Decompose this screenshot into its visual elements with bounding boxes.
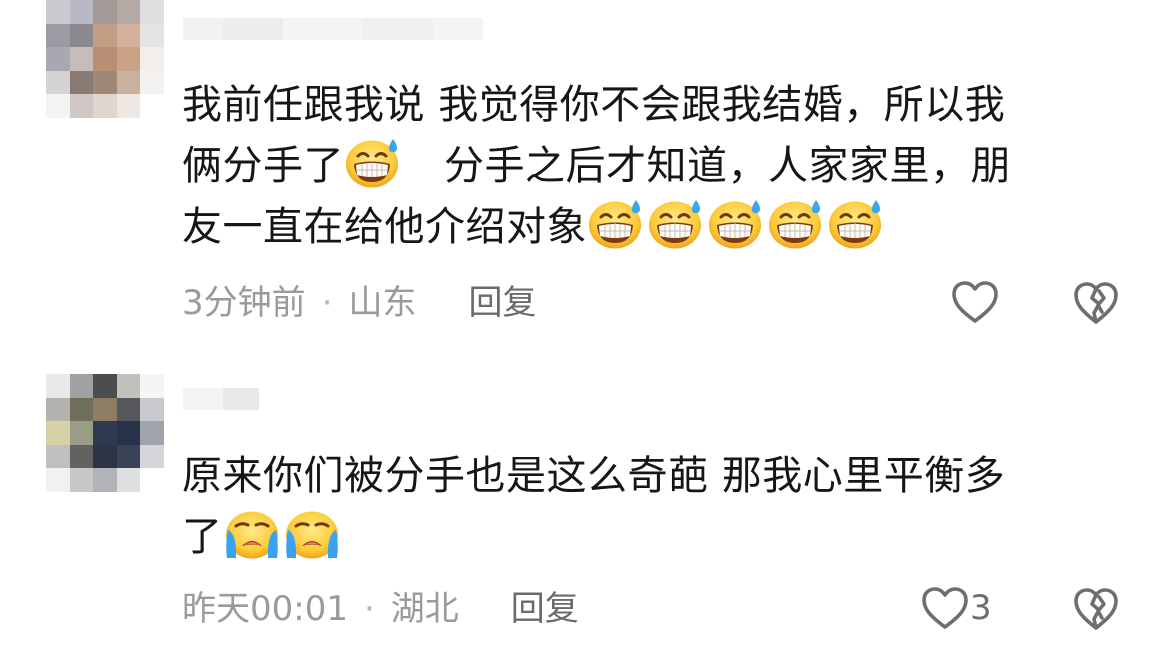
grinning-sweat-emoji bbox=[707, 198, 765, 250]
dislike-button[interactable] bbox=[1072, 586, 1120, 632]
avatar[interactable] bbox=[46, 0, 164, 118]
comment-text-line: 友一直在给他介绍对象 bbox=[182, 197, 1122, 258]
comment-location: 湖北 bbox=[390, 589, 459, 629]
avatar[interactable] bbox=[46, 374, 164, 492]
reply-button[interactable]: 回复 bbox=[511, 589, 579, 629]
comment-meta: 3分钟前 · 山东 回复 bbox=[182, 283, 536, 323]
dislike-button[interactable] bbox=[1072, 280, 1120, 326]
like-button[interactable]: 3 bbox=[920, 585, 992, 631]
grinning-sweat-emoji bbox=[767, 198, 825, 250]
comment-meta: 昨天00:01 · 湖北 回复 bbox=[182, 589, 579, 629]
grinning-sweat-emoji bbox=[344, 137, 402, 189]
broken-heart-icon bbox=[1072, 586, 1120, 632]
separator-dot: · bbox=[363, 589, 375, 629]
comment-item: 原来你们被分手也是这么奇葩 那我心里平衡多 了 昨天00:01 · 湖北 回复 … bbox=[0, 350, 1176, 653]
comment-location: 山东 bbox=[348, 283, 417, 323]
grinning-sweat-emoji bbox=[827, 198, 885, 250]
like-button[interactable] bbox=[950, 279, 1000, 325]
broken-heart-icon bbox=[1072, 280, 1120, 326]
comment-text-segment: 俩分手了 bbox=[182, 143, 344, 189]
comment-time: 3分钟前 bbox=[182, 283, 306, 323]
like-count: 3 bbox=[970, 588, 992, 628]
loudly-crying-emoji bbox=[223, 508, 281, 560]
comment-text-segment: 友一直在给他介绍对象 bbox=[182, 204, 587, 250]
comment-item: 我前任跟我说 我觉得你不会跟我结婚，所以我 俩分手了 分手之后才知道，人家家里，朋… bbox=[0, 0, 1176, 350]
grinning-sweat-emoji bbox=[647, 198, 705, 250]
comment-text: 我前任跟我说 我觉得你不会跟我结婚，所以我 俩分手了 分手之后才知道，人家家里，朋… bbox=[182, 75, 1122, 258]
comment-text-line: 原来你们被分手也是这么奇葩 那我心里平衡多 bbox=[182, 453, 1006, 499]
comment-time: 昨天00:01 bbox=[182, 589, 348, 629]
username-blurred[interactable] bbox=[183, 18, 483, 40]
comment-text-line: 我前任跟我说 我觉得你不会跟我结婚，所以我 bbox=[182, 82, 1006, 128]
loudly-crying-emoji bbox=[283, 508, 341, 560]
comment-text-line: 俩分手了 分手之后才知道，人家家里，朋 bbox=[182, 136, 1122, 197]
comment-text-segment: 了 bbox=[182, 514, 223, 560]
reply-button[interactable]: 回复 bbox=[468, 283, 536, 323]
heart-outline-icon bbox=[920, 585, 970, 631]
comment-text-line: 了 bbox=[182, 507, 1122, 568]
comment-text-segment: 分手之后才知道，人家家里，朋 bbox=[444, 143, 1011, 189]
grinning-sweat-emoji bbox=[587, 198, 645, 250]
separator-dot: · bbox=[321, 283, 333, 323]
comment-text: 原来你们被分手也是这么奇葩 那我心里平衡多 了 bbox=[182, 446, 1122, 568]
heart-outline-icon bbox=[950, 279, 1000, 325]
username-blurred[interactable] bbox=[183, 388, 259, 410]
